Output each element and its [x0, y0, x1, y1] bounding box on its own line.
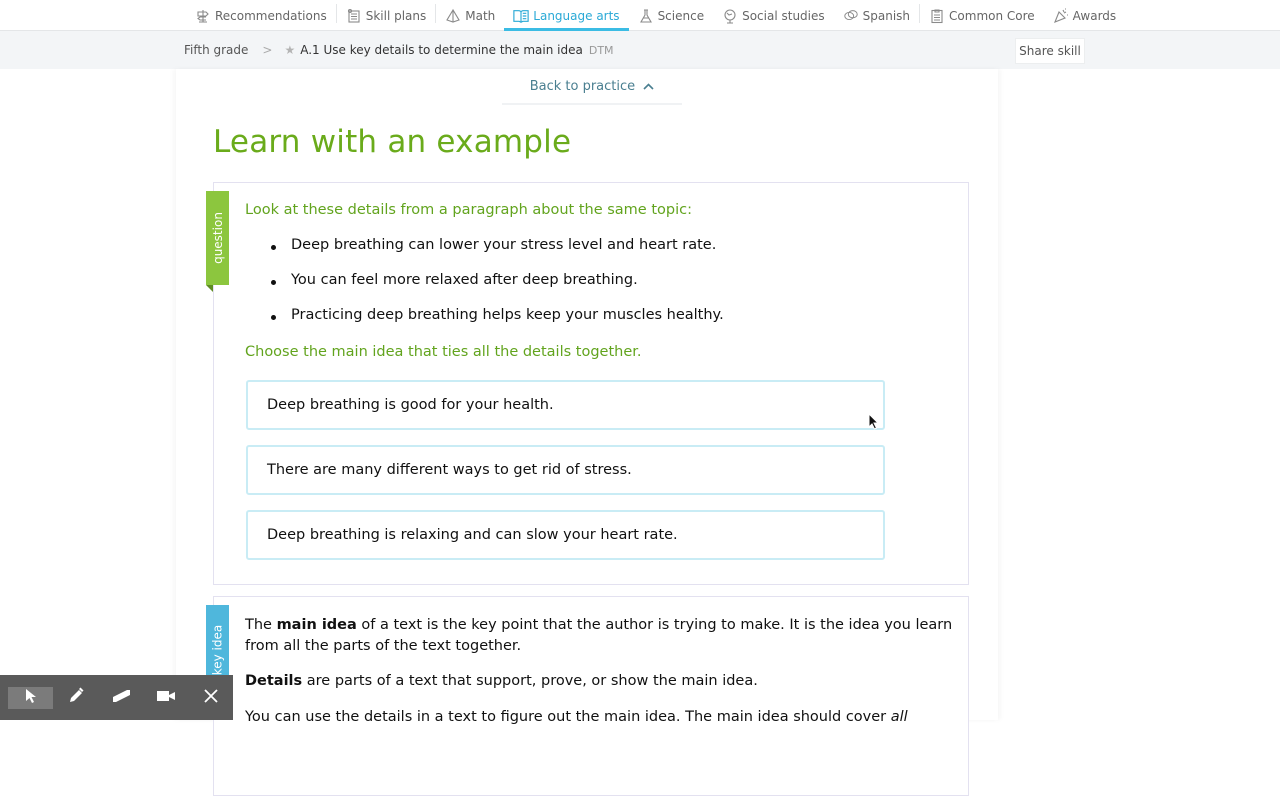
- pencil-icon: [67, 687, 85, 709]
- nav-item-awards[interactable]: Awards: [1044, 0, 1125, 31]
- camera-tool-button[interactable]: [143, 687, 188, 709]
- text: are parts of a text that support, prove,…: [302, 673, 758, 689]
- mouse-cursor-icon: [868, 412, 880, 435]
- pen-tool-button[interactable]: [53, 687, 98, 709]
- speech-bubbles-icon: [843, 8, 859, 24]
- nav-label: Social studies: [742, 8, 825, 23]
- nav-item-skill-plans[interactable]: Skill plans: [337, 0, 436, 31]
- star-icon[interactable]: ★: [284, 43, 295, 57]
- key-idea-paragraph: The main idea of a text is the key point…: [245, 615, 955, 657]
- top-nav: Recommendations Skill plans Math Languag…: [0, 0, 1280, 31]
- annotation-toolbar: [0, 675, 233, 720]
- nav-item-language-arts[interactable]: Language arts: [504, 0, 629, 31]
- pointer-icon: [24, 688, 38, 708]
- nav-label: Science: [657, 8, 705, 23]
- answer-choice[interactable]: There are many different ways to get rid…: [246, 445, 885, 495]
- signpost-icon: [195, 8, 211, 24]
- close-toolbar-button[interactable]: [188, 687, 233, 709]
- emphasis: all: [890, 709, 908, 725]
- question-panel: question Look at these details from a pa…: [206, 182, 969, 585]
- nav-label: Recommendations: [215, 8, 327, 23]
- key-idea-paragraph: You can use the details in a text to fig…: [245, 707, 955, 728]
- nav-label: Spanish: [862, 8, 911, 23]
- breadcrumb-grade-link[interactable]: Fifth grade: [184, 43, 248, 57]
- nav-label: Common Core: [949, 8, 1035, 23]
- answer-choice[interactable]: Deep breathing is relaxing and can slow …: [246, 510, 885, 560]
- pyramid-icon: [445, 8, 461, 24]
- key-idea-paragraph: Details are parts of a text that support…: [245, 671, 955, 692]
- answer-choice-label: There are many different ways to get rid…: [267, 462, 632, 478]
- nav-item-recommendations[interactable]: Recommendations: [186, 0, 336, 31]
- nav-item-spanish[interactable]: Spanish: [834, 0, 919, 31]
- back-to-practice-link[interactable]: Back to practice: [502, 75, 682, 105]
- clipboard-icon: [929, 8, 945, 24]
- breadcrumb: Fifth grade > ★ A.1 Use key details to d…: [184, 31, 614, 69]
- chevron-right-icon: >: [262, 43, 273, 57]
- content-card: Back to practice Learn with an example q…: [176, 69, 998, 796]
- nav-label: Awards: [1072, 8, 1117, 23]
- breadcrumb-skill-name: A.1 Use key details to determine the mai…: [300, 43, 583, 57]
- text: You can use the details in a text to fig…: [245, 709, 891, 725]
- detail-item: Deep breathing can lower your stress lev…: [266, 237, 724, 272]
- answer-choice-label: Deep breathing is good for your health.: [267, 397, 554, 413]
- nav-label: Language arts: [533, 8, 620, 23]
- key-idea-panel: key idea The main idea of a text is the …: [206, 596, 969, 796]
- checklist-icon: [346, 8, 362, 24]
- chevron-up-icon: [643, 75, 654, 99]
- nav-item-social-studies[interactable]: Social studies: [713, 0, 834, 31]
- question-intro: Look at these details from a paragraph a…: [245, 202, 692, 218]
- question-ribbon-label: question: [210, 212, 225, 264]
- answer-choice[interactable]: Deep breathing is good for your health.: [246, 380, 885, 430]
- details-list: Deep breathing can lower your stress lev…: [266, 237, 724, 342]
- nav-item-science[interactable]: Science: [629, 0, 714, 31]
- nav-item-common-core[interactable]: Common Core: [920, 0, 1044, 31]
- detail-item: You can feel more relaxed after deep bre…: [266, 272, 724, 307]
- flask-icon: [638, 8, 654, 24]
- highlighter-tool-button[interactable]: [98, 687, 143, 709]
- skill-code: DTM: [588, 43, 614, 57]
- key-idea-ribbon-label: key idea: [210, 624, 225, 676]
- book-icon: [513, 8, 529, 24]
- detail-item: Practicing deep breathing helps keep you…: [266, 307, 724, 342]
- term-main-idea: main idea: [276, 617, 357, 633]
- nav-label: Math: [465, 8, 496, 23]
- pointer-tool-button[interactable]: [8, 686, 53, 709]
- answer-choice-label: Deep breathing is relaxing and can slow …: [267, 527, 678, 543]
- nav-item-math[interactable]: Math: [436, 0, 504, 31]
- close-icon: [203, 688, 218, 707]
- back-to-practice-label: Back to practice: [529, 79, 636, 94]
- party-horn-icon: [1053, 7, 1069, 24]
- nav-label: Skill plans: [365, 8, 427, 23]
- question-prompt: Choose the main idea that ties all the d…: [245, 344, 642, 360]
- video-camera-icon: [156, 688, 176, 707]
- globe-icon: [722, 8, 738, 24]
- question-ribbon: question: [206, 191, 229, 292]
- term-details: Details: [245, 673, 303, 689]
- breadcrumb-bar: Fifth grade > ★ A.1 Use key details to d…: [0, 31, 1280, 69]
- page-title: Learn with an example: [213, 124, 572, 160]
- share-skill-button[interactable]: Share skill: [1015, 38, 1085, 64]
- text: The: [245, 617, 277, 633]
- highlighter-icon: [110, 688, 132, 708]
